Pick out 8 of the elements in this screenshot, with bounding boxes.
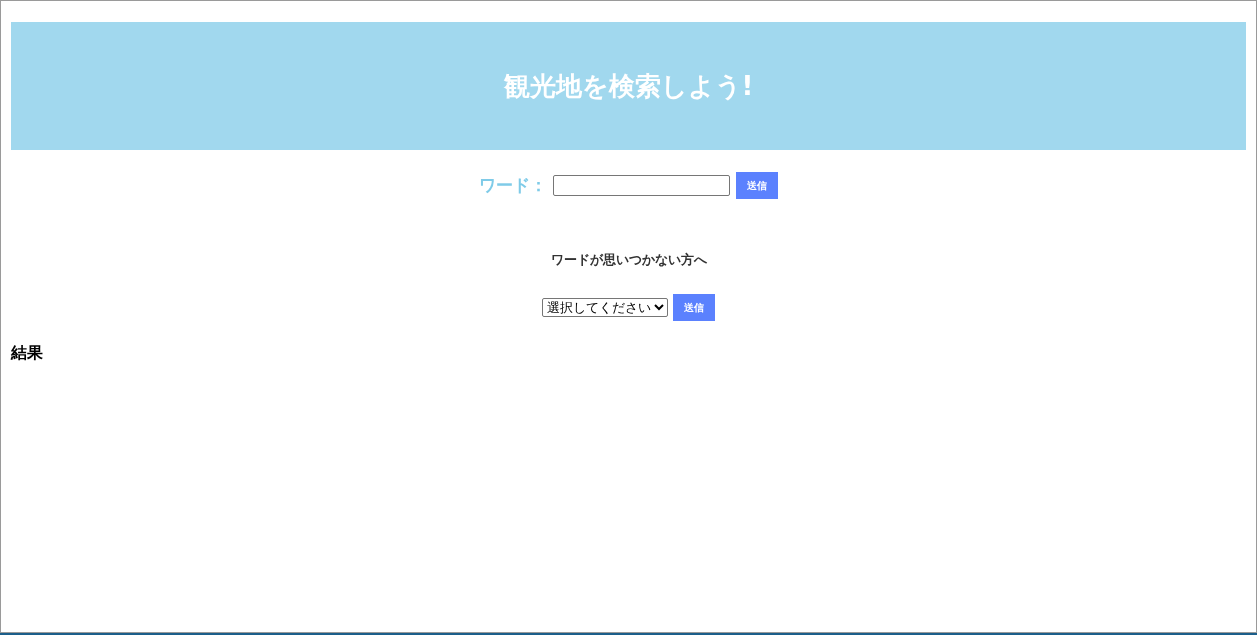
category-dropdown[interactable]: 選択してください — [542, 297, 668, 317]
page-title: 観光地を検索しよう! — [503, 69, 754, 103]
results-heading: 結果 — [11, 341, 44, 364]
word-input-field[interactable] — [553, 175, 730, 196]
submit-button[interactable]: 送信 — [736, 172, 778, 199]
suggestion-text: ワードが思いつかない方へ — [550, 251, 707, 269]
word-label: ワード： — [479, 173, 547, 197]
submit-button[interactable]: 送信 — [673, 293, 715, 321]
